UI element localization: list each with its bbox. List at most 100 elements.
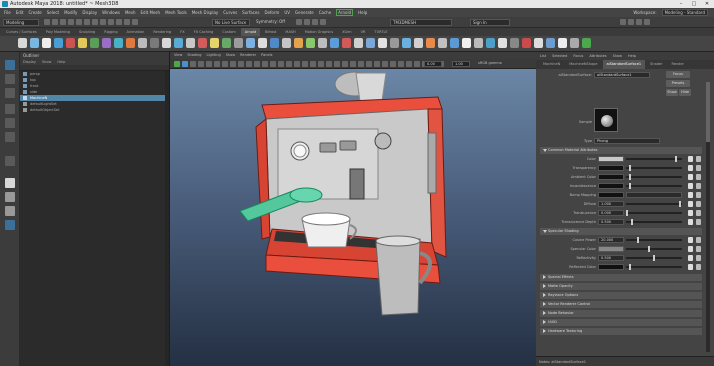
color-swatch[interactable] bbox=[598, 183, 624, 189]
shelf-tool-icon[interactable] bbox=[114, 38, 123, 48]
viewport-toolbar-icon[interactable] bbox=[406, 61, 412, 67]
shelf-tool-icon[interactable] bbox=[306, 38, 315, 48]
shelf-tab[interactable]: Rigging bbox=[100, 28, 121, 36]
shelf-tab[interactable]: FX bbox=[176, 28, 188, 36]
snap-plane-icon[interactable] bbox=[132, 19, 138, 25]
paint-select-tool-icon[interactable] bbox=[5, 88, 15, 98]
slider-knob[interactable] bbox=[647, 246, 650, 252]
menu-curves[interactable]: Curves bbox=[223, 10, 237, 15]
attribute-slider[interactable] bbox=[626, 156, 682, 162]
shelf-tool-icon[interactable] bbox=[78, 38, 87, 48]
color-swatch[interactable] bbox=[598, 156, 624, 162]
last-tool-icon[interactable] bbox=[5, 156, 15, 166]
map-button-secondary[interactable] bbox=[696, 255, 701, 261]
shelf-tool-icon[interactable] bbox=[246, 38, 255, 48]
menu-deform[interactable]: Deform bbox=[264, 10, 279, 15]
viewport-toolbar-icon[interactable] bbox=[214, 61, 220, 67]
menu-file[interactable]: File bbox=[4, 10, 11, 15]
viewport-scene[interactable] bbox=[170, 69, 536, 366]
slider-knob[interactable] bbox=[674, 156, 677, 162]
slider-knob[interactable] bbox=[628, 174, 631, 180]
map-button[interactable] bbox=[688, 255, 693, 261]
map-button[interactable] bbox=[688, 219, 693, 225]
shelf-tool-icon[interactable] bbox=[474, 38, 483, 48]
map-button-secondary[interactable] bbox=[696, 174, 701, 180]
shelf-tool-icon[interactable] bbox=[282, 38, 291, 48]
section-collapsed[interactable]: Vector Renderer Control bbox=[540, 301, 702, 308]
map-button-secondary[interactable] bbox=[696, 237, 701, 243]
shelf-tool-icon[interactable] bbox=[30, 38, 39, 48]
map-button[interactable] bbox=[688, 156, 693, 162]
menu-surfaces[interactable]: Surfaces bbox=[242, 10, 259, 15]
shelf-tab[interactable]: Animation bbox=[123, 28, 149, 36]
viewport-menu-shading[interactable]: Shading bbox=[187, 52, 201, 59]
menu-arnold[interactable]: Arnold bbox=[336, 9, 354, 16]
ae-menu-show[interactable]: Show bbox=[613, 52, 622, 60]
shelf-tab[interactable]: Motion Graphics bbox=[301, 28, 337, 36]
shelf-tool-icon[interactable] bbox=[390, 38, 399, 48]
viewport-toolbar-icon[interactable] bbox=[350, 61, 356, 67]
section-common-material[interactable]: Common Material Attributes bbox=[540, 147, 702, 154]
shelf-tab[interactable]: Curves / Surfaces bbox=[2, 28, 41, 36]
attribute-slider[interactable] bbox=[626, 201, 682, 207]
shelf-tool-icon[interactable] bbox=[66, 38, 75, 48]
new-scene-icon[interactable] bbox=[44, 19, 50, 25]
shelf-tool-icon[interactable] bbox=[294, 38, 303, 48]
viewport-menu-panels[interactable]: Panels bbox=[261, 52, 272, 59]
shelf-tool-icon[interactable] bbox=[270, 38, 279, 48]
attribute-slider[interactable] bbox=[626, 165, 682, 171]
symmetry-label[interactable]: Symmetry: Off bbox=[254, 19, 292, 26]
menu-mesh-display[interactable]: Mesh Display bbox=[192, 10, 219, 15]
viewport-toolbar-icon[interactable] bbox=[414, 61, 420, 67]
attribute-value-field[interactable]: 0.500 bbox=[598, 255, 624, 261]
attribute-value-field[interactable]: 0.000 bbox=[598, 210, 624, 216]
section-collapsed[interactable]: Node Behavior bbox=[540, 310, 702, 317]
viewport-toolbar-icon[interactable] bbox=[302, 61, 308, 67]
shelf-tab[interactable]: XGen bbox=[338, 28, 355, 36]
viewport-menu-view[interactable]: View bbox=[174, 52, 182, 59]
outliner-item[interactable]: defaultObjectSet bbox=[20, 107, 169, 113]
shelf-tool-icon[interactable] bbox=[90, 38, 99, 48]
live-surface-field[interactable]: No Live Surface bbox=[212, 19, 250, 26]
attribute-editor-toggle-icon[interactable] bbox=[628, 19, 634, 25]
map-button[interactable] bbox=[688, 192, 693, 198]
lasso-tool-icon[interactable] bbox=[5, 74, 15, 84]
shelf-tool-icon[interactable] bbox=[498, 38, 507, 48]
menu-modify[interactable]: Modify bbox=[64, 10, 77, 15]
gamma-field[interactable]: 1.00 bbox=[452, 61, 470, 67]
menu-edit[interactable]: Edit bbox=[16, 10, 24, 15]
maximize-icon[interactable]: □ bbox=[689, 0, 699, 8]
menu-help[interactable]: Help bbox=[358, 10, 367, 15]
menu-generate[interactable]: Generate bbox=[295, 10, 314, 15]
move-tool-icon[interactable] bbox=[5, 104, 15, 114]
shelf-tool-icon[interactable] bbox=[162, 38, 171, 48]
slider-knob[interactable] bbox=[628, 165, 631, 171]
slider-knob[interactable] bbox=[636, 237, 639, 243]
color-swatch[interactable] bbox=[598, 174, 624, 180]
shelf-tab[interactable]: FX Caching bbox=[190, 28, 218, 36]
map-button[interactable] bbox=[688, 201, 693, 207]
shelf-tool-icon[interactable] bbox=[126, 38, 135, 48]
attribute-slider[interactable] bbox=[626, 237, 682, 243]
viewport-toolbar-icon[interactable] bbox=[294, 61, 300, 67]
select-tool-icon[interactable] bbox=[5, 60, 15, 70]
viewport-toolbar-icon[interactable] bbox=[254, 61, 260, 67]
shelf-tool-icon[interactable] bbox=[486, 38, 495, 48]
map-button-secondary[interactable] bbox=[696, 219, 701, 225]
map-button-secondary[interactable] bbox=[696, 246, 701, 252]
scale-tool-icon[interactable] bbox=[5, 132, 15, 142]
four-view-layout-icon[interactable] bbox=[5, 192, 15, 202]
map-button[interactable] bbox=[688, 264, 693, 270]
shelf-tab[interactable]: Sculpting bbox=[75, 28, 99, 36]
shelf-tool-icon[interactable] bbox=[510, 38, 519, 48]
focus-button[interactable]: Focus bbox=[666, 71, 690, 78]
shelf-tab[interactable]: TURTLE bbox=[370, 28, 391, 36]
attribute-slider[interactable] bbox=[626, 219, 682, 225]
viewport-toolbar-icon[interactable] bbox=[366, 61, 372, 67]
redo-icon[interactable] bbox=[76, 19, 82, 25]
attribute-slider[interactable] bbox=[626, 255, 682, 261]
open-scene-icon[interactable] bbox=[52, 19, 58, 25]
shelf-tool-icon[interactable] bbox=[222, 38, 231, 48]
ae-tab[interactable]: MachineN bbox=[539, 60, 564, 69]
menu-mesh[interactable]: Mesh bbox=[125, 10, 136, 15]
